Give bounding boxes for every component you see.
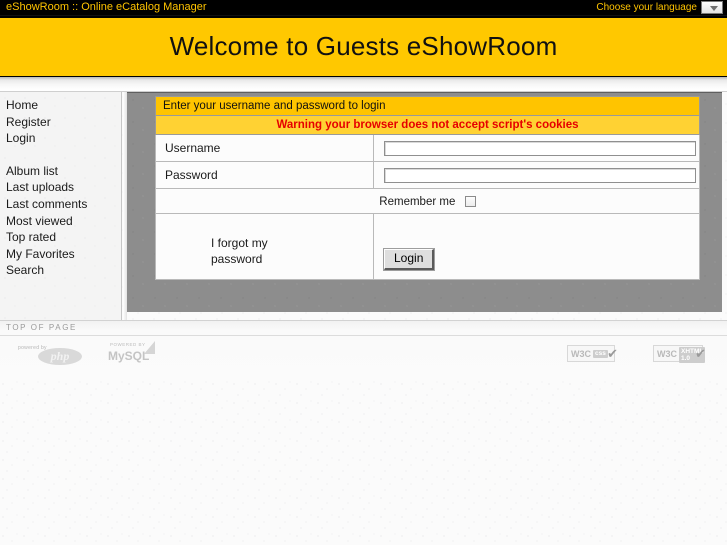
page-title: Welcome to Guests eShowRoom bbox=[169, 31, 558, 61]
actions-row: I forgot my password Login bbox=[155, 213, 700, 280]
sidebar-item-login[interactable]: Login bbox=[0, 130, 121, 147]
site-title: eShowRoom :: Online eCatalog Manager bbox=[6, 1, 207, 13]
top-bar: eShowRoom :: Online eCatalog Manager Cho… bbox=[0, 0, 727, 16]
login-form-header: Enter your username and password to logi… bbox=[155, 96, 700, 116]
password-input[interactable] bbox=[384, 167, 696, 183]
w3c-mark-css: W3C bbox=[571, 349, 591, 359]
mysql-logo[interactable]: POWERED BY MySQL bbox=[108, 341, 170, 367]
cookie-warning: Warning your browser does not accept scr… bbox=[155, 115, 700, 135]
sidebar: Home Register Login Album list Last uplo… bbox=[0, 92, 122, 320]
w3c-mark-xhtml: W3C bbox=[657, 349, 677, 359]
sidebar-item-register[interactable]: Register bbox=[0, 114, 121, 131]
forgot-password-cell: I forgot my password bbox=[155, 213, 374, 280]
username-row: Username bbox=[155, 134, 700, 162]
login-button[interactable]: Login bbox=[382, 248, 436, 271]
sidebar-item-top-rated[interactable]: Top rated bbox=[0, 229, 121, 246]
username-input[interactable] bbox=[384, 140, 696, 156]
password-row: Password bbox=[155, 161, 700, 189]
password-field-cell bbox=[373, 161, 700, 189]
checkmark-icon-css: ✔ bbox=[607, 346, 618, 361]
content-panel: Enter your username and password to logi… bbox=[127, 92, 722, 312]
forgot-password-link[interactable]: I forgot my password bbox=[211, 235, 277, 267]
sidebar-item-home[interactable]: Home bbox=[0, 97, 121, 114]
w3c-xhtml-badge[interactable]: W3C XHTML 1.0 ✔ bbox=[653, 345, 706, 363]
sidebar-item-last-comments[interactable]: Last comments bbox=[0, 196, 121, 213]
password-label: Password bbox=[155, 161, 374, 189]
login-warning-row: Warning your browser does not accept scr… bbox=[155, 115, 700, 135]
login-form: Enter your username and password to logi… bbox=[155, 96, 700, 280]
remember-me-row: Remember me bbox=[155, 188, 700, 214]
sidebar-item-search[interactable]: Search bbox=[0, 262, 121, 279]
w3c-kind-css: css bbox=[593, 350, 608, 358]
sidebar-item-my-favorites[interactable]: My Favorites bbox=[0, 246, 121, 263]
remember-me-label: Remember me bbox=[379, 195, 456, 208]
php-logo-text: php bbox=[50, 349, 70, 363]
top-of-page-link[interactable]: TOP OF PAGE bbox=[6, 322, 77, 334]
language-label: Choose your language bbox=[596, 2, 697, 13]
footer-top-strip bbox=[0, 321, 727, 336]
username-field-cell bbox=[373, 134, 700, 162]
username-label: Username bbox=[155, 134, 374, 162]
sidebar-item-album-list[interactable]: Album list bbox=[0, 163, 121, 180]
login-form-header-row: Enter your username and password to logi… bbox=[155, 96, 700, 116]
main-area: Home Register Login Album list Last uplo… bbox=[0, 92, 727, 320]
submit-cell: Login bbox=[373, 213, 700, 280]
php-oval-icon: php bbox=[38, 348, 82, 365]
welcome-banner: Welcome to Guests eShowRoom bbox=[0, 16, 727, 77]
sidebar-item-most-viewed[interactable]: Most viewed bbox=[0, 213, 121, 230]
dolphin-icon bbox=[144, 341, 155, 354]
sidebar-item-last-uploads[interactable]: Last uploads bbox=[0, 179, 121, 196]
php-logo[interactable]: powered by php bbox=[18, 343, 84, 367]
remember-me-cell[interactable]: Remember me bbox=[155, 188, 700, 214]
mysql-powered-label: POWERED BY bbox=[110, 342, 146, 347]
banner-underline-strip bbox=[0, 77, 727, 92]
remember-me-checkbox[interactable] bbox=[464, 196, 476, 208]
w3c-css-badge[interactable]: W3C css ✔ bbox=[567, 345, 618, 362]
language-select[interactable] bbox=[701, 1, 723, 14]
checkmark-icon-xhtml: ✔ bbox=[695, 346, 706, 361]
